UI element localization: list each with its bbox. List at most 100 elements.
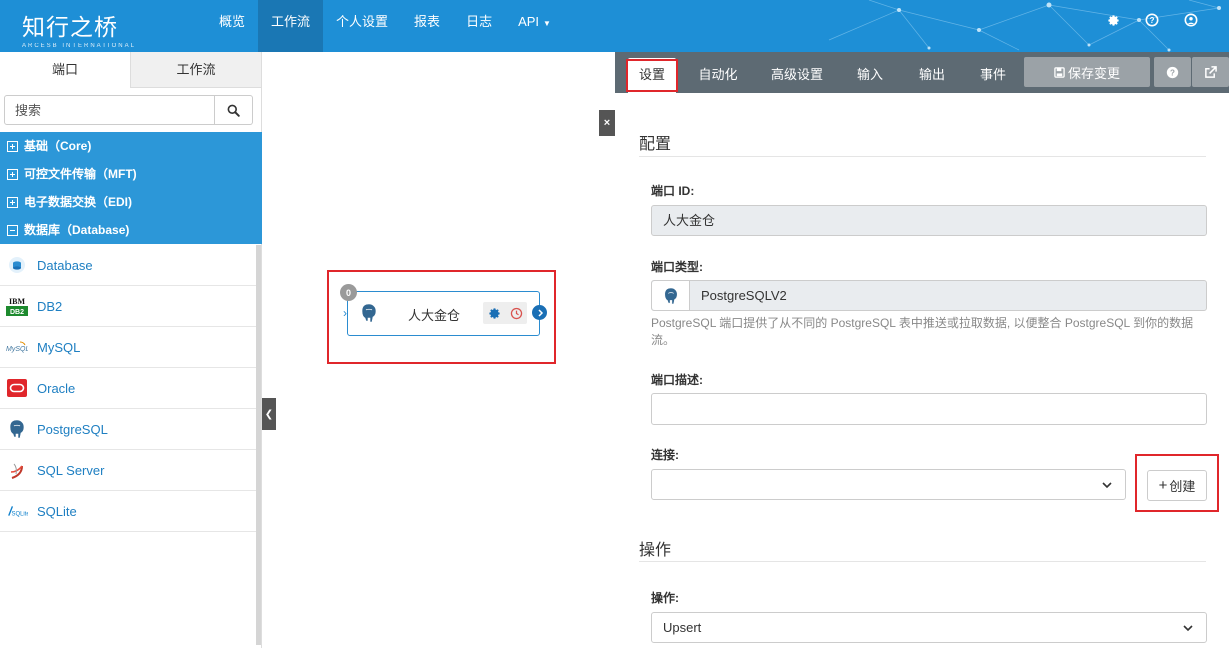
sql-server-icon [6, 459, 28, 481]
help-button[interactable]: ? [1154, 57, 1191, 87]
close-icon: × [603, 117, 611, 129]
connector-label: DB2 [37, 298, 63, 314]
oracle-icon [6, 377, 28, 399]
help-icon: ? [1166, 66, 1179, 78]
connector-label: PostgreSQL [37, 421, 108, 437]
workflow-node[interactable]: 0 › 人大金仓 [340, 284, 547, 336]
clock-icon[interactable] [510, 307, 523, 320]
sidebar-scrollbar[interactable] [256, 245, 261, 645]
expand-icon [7, 140, 18, 152]
nav-api[interactable]: API ▼ [505, 0, 564, 52]
nav-overview[interactable]: 概览 [206, 0, 258, 52]
panel-tabs: 设置 自动化 高级设置 输入 输出 事件 保存变更 ? [615, 52, 1229, 93]
database-icon [6, 254, 28, 276]
nav-profile[interactable]: 个人设置 [323, 0, 401, 52]
nav-api-label: API [518, 14, 540, 29]
chevron-down-icon [1102, 482, 1112, 489]
nav-reports[interactable]: 报表 [401, 0, 453, 52]
connector-oracle[interactable]: Oracle [0, 368, 256, 409]
highlight-box-create [1135, 454, 1219, 512]
tab-output[interactable]: 输出 [910, 52, 954, 93]
connection-label: 连接: [651, 448, 679, 462]
connector-label: MySQL [37, 339, 81, 355]
tab-workflows[interactable]: 工作流 [131, 52, 261, 88]
port-description-textarea[interactable] [651, 393, 1207, 425]
collapse-icon [7, 224, 18, 236]
connector-sqlite[interactable]: SQLite SQLite [0, 491, 256, 532]
output-port-icon[interactable] [532, 305, 547, 320]
operation-section-title: 操作 [639, 542, 672, 559]
external-link-icon [1205, 65, 1217, 78]
port-id-label: 端口 ID: [651, 184, 695, 198]
svg-text:?: ? [1170, 68, 1175, 77]
group-label: 可控文件传输（MFT) [24, 167, 137, 181]
user-icon[interactable] [1183, 12, 1199, 28]
open-external-button[interactable] [1192, 57, 1229, 87]
logo-subtext: ARCESB INTERNATIONAL [22, 43, 136, 49]
caret-down-icon: ▼ [543, 19, 551, 28]
node-name: 人大金仓 [408, 308, 461, 323]
tab-advanced[interactable]: 高级设置 [763, 52, 831, 93]
connector-postgresql[interactable]: PostgreSQL [0, 409, 256, 450]
postgresql-elephant-icon [6, 418, 28, 440]
close-panel-button[interactable]: × [599, 110, 615, 136]
chevron-left-icon: ❮ [264, 408, 274, 420]
connector-database[interactable]: Database [0, 245, 256, 286]
group-label: 基础（Core) [24, 139, 92, 153]
collapse-sidebar-button[interactable]: ❮ [262, 398, 276, 430]
save-icon [1054, 66, 1065, 78]
node-badge: 0 [340, 284, 357, 301]
port-description-label: 端口描述: [651, 373, 703, 387]
connector-sql-server[interactable]: SQL Server [0, 450, 256, 491]
svg-text:MySQL: MySQL [6, 346, 28, 353]
mysql-icon: MySQL [6, 336, 28, 358]
sidebar-tabs: 端口 工作流 [0, 52, 261, 88]
divider [639, 561, 1206, 562]
save-changes-button[interactable]: 保存变更 [1024, 57, 1150, 87]
gear-icon[interactable] [488, 307, 501, 320]
group-database[interactable]: 数据库（Database) [0, 216, 262, 244]
node-actions [483, 302, 527, 324]
operation-value: Upsert [663, 620, 702, 635]
search-button[interactable] [215, 95, 253, 125]
port-id-field[interactable]: 人大金仓 [651, 205, 1207, 236]
tab-ports[interactable]: 端口 [0, 52, 131, 88]
connector-mysql[interactable]: MySQL MySQL [0, 327, 256, 368]
group-mft[interactable]: 可控文件传输（MFT) [0, 160, 262, 188]
connector-label: SQL Server [37, 462, 105, 478]
tab-automation[interactable]: 自动化 [690, 52, 746, 93]
ibm-db2-icon: IBM DB2 [6, 295, 28, 317]
port-type-label: 端口类型: [651, 260, 703, 274]
input-port-icon[interactable]: › [343, 306, 347, 320]
gear-icon[interactable] [1105, 12, 1121, 28]
connector-groups: 基础（Core) 可控文件传输（MFT) 电子数据交换（EDI) 数据库（Dat… [0, 132, 262, 244]
nav-workflow[interactable]: 工作流 [258, 0, 324, 52]
connector-label: SQLite [37, 503, 77, 519]
search-bar [4, 95, 253, 125]
port-type-field[interactable]: PostgreSQLV2 [651, 280, 1207, 311]
connector-sidebar: 端口 工作流 基础（Core) 可控文件传输（MFT) 电子数据交换（EDI) … [0, 52, 262, 648]
port-settings-panel: 设置 自动化 高级设置 输入 输出 事件 保存变更 ? 配置 端口 ID: 人大… [615, 52, 1229, 648]
svg-text:?: ? [1150, 16, 1155, 25]
operation-label: 操作: [651, 591, 679, 605]
group-label: 电子数据交换（EDI) [24, 195, 133, 209]
connection-select[interactable] [651, 469, 1126, 500]
connector-db2[interactable]: IBM DB2 DB2 [0, 286, 256, 327]
logo-text: 知行之桥 [22, 15, 118, 41]
tab-input[interactable]: 输入 [848, 52, 892, 93]
svg-text:DB2: DB2 [10, 309, 24, 316]
group-core[interactable]: 基础（Core) [0, 132, 262, 160]
tab-events[interactable]: 事件 [971, 52, 1015, 93]
operation-select[interactable]: Upsert [651, 612, 1207, 643]
group-label: 数据库（Database) [24, 223, 130, 237]
connector-list: Database IBM DB2 DB2 MySQL MySQL Oracle P… [0, 245, 256, 532]
search-input[interactable] [4, 95, 215, 125]
postgresql-elephant-icon [652, 281, 690, 310]
postgresql-elephant-icon [360, 303, 378, 326]
group-edi[interactable]: 电子数据交换（EDI) [0, 188, 262, 216]
logo[interactable]: 知行之桥 ARCESB INTERNATIONAL [22, 8, 136, 49]
top-navbar: 知行之桥 ARCESB INTERNATIONAL 概览 工作流 个人设置 报表… [0, 0, 1229, 52]
divider [639, 156, 1206, 157]
help-icon[interactable]: ? [1144, 12, 1160, 28]
nav-logs[interactable]: 日志 [453, 0, 505, 52]
